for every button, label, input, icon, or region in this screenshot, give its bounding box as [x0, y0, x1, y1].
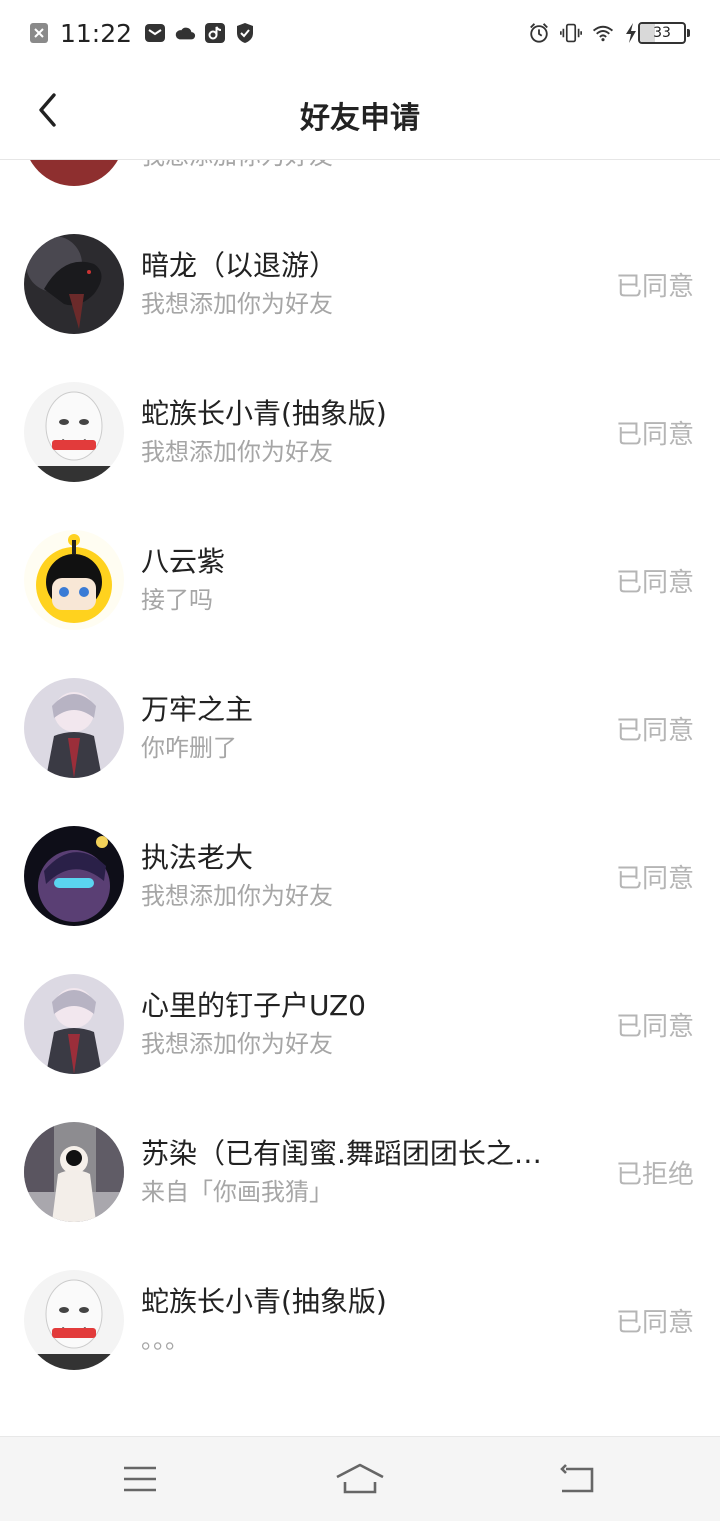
request-status: 已同意 [615, 864, 694, 894]
battery-icon: 33 [624, 22, 690, 44]
home-button[interactable] [330, 1457, 390, 1501]
charging-icon [626, 23, 636, 43]
request-message: 我想添加你为好友 [141, 290, 333, 318]
notification-dismissed-icon [28, 22, 50, 44]
mail-icon [144, 22, 166, 44]
cloud-icon [174, 22, 196, 44]
shield-icon [234, 22, 256, 44]
back-icon [560, 1464, 594, 1493]
friend-request-row[interactable]: 蛇族长小青(抽象版) 我想添加你为好友 已同意 [0, 358, 720, 506]
request-status: 已同意 [615, 420, 694, 450]
menu-button[interactable] [110, 1457, 170, 1501]
requester-name: 苏染（已有闺蜜.舞蹈团团长之… [141, 1137, 542, 1170]
requester-name: 执法老大 [141, 841, 254, 874]
request-message: 来自「你画我猜」 [141, 1178, 333, 1206]
page-title: 好友申请 [300, 101, 420, 136]
friend-request-row[interactable]: 万牢之主你咋删了 已同意 [0, 654, 720, 802]
friend-request-row[interactable]: 八云紫接了吗 已同意 [0, 506, 720, 654]
friend-request-row[interactable]: 蛇族长小青(抽象版) 。。。 已同意 [0, 1246, 720, 1394]
avatar[interactable] [24, 1270, 124, 1370]
requester-name: 暗龙（以退游） [141, 249, 338, 282]
header: 好友申请 [0, 66, 720, 160]
request-message: 接了吗 [141, 586, 213, 614]
request-message: 我想添加你为好友 [141, 438, 333, 466]
request-message: 我想添加你为好友 [141, 882, 333, 910]
friend-request-row[interactable]: 执法老大我想添加你为好友 已同意 [0, 802, 720, 950]
menu-icon [124, 1466, 156, 1492]
avatar[interactable] [24, 678, 124, 778]
avatar[interactable] [24, 160, 124, 186]
requester-name: 八云紫 [141, 545, 226, 578]
friend-request-row[interactable]: 暗龙（以退游） 我想添加你为好友 已同意 [0, 210, 720, 358]
avatar[interactable] [24, 826, 124, 926]
requester-name: 心里的钉子户UZ0 [141, 989, 366, 1022]
friend-request-list[interactable]: 我想添加你为好友已同意暗龙（以退游）我想添加你为好友已同意蛇族长小青(抽象版)我… [0, 160, 720, 1436]
request-status: 已拒绝 [615, 1160, 694, 1190]
avatar[interactable] [24, 382, 124, 482]
status-bar: 11:22 33 [0, 0, 720, 66]
battery-level: 33 [653, 25, 671, 41]
request-status: 已同意 [615, 1308, 694, 1338]
requester-name: 万牢之主 [141, 693, 254, 726]
request-message: 我想添加你为好友 [141, 1030, 333, 1058]
navigation-bar [0, 1436, 720, 1521]
wifi-icon [592, 22, 614, 44]
clock: 11:22 [60, 18, 133, 48]
avatar[interactable] [24, 974, 124, 1074]
avatar[interactable] [24, 1122, 124, 1222]
friend-request-row[interactable]: 苏染（已有闺蜜.舞蹈团团长之… 来自「你画我猜」 已拒绝 [0, 1098, 720, 1246]
friend-request-row[interactable]: 我想添加你为好友已同意 [0, 160, 720, 210]
request-status: 已同意 [615, 568, 694, 598]
avatar[interactable] [24, 530, 124, 630]
request-message: 你咋删了 [141, 734, 237, 762]
requester-name: 蛇族长小青(抽象版) [141, 397, 387, 430]
requester-name: 蛇族长小青(抽象版) [141, 1285, 387, 1318]
vibrate-icon [560, 22, 582, 44]
return-button[interactable] [548, 1457, 608, 1501]
home-icon [336, 1463, 384, 1494]
request-status: 已同意 [615, 1012, 694, 1042]
status-bar-left: 11:22 [28, 16, 256, 50]
avatar[interactable] [24, 234, 124, 334]
request-status: 已同意 [615, 272, 694, 302]
request-status: 已同意 [615, 716, 694, 746]
request-message: 我想添加你为好友 [141, 160, 581, 171]
friend-request-row[interactable]: 心里的钉子户UZ0 我想添加你为好友 已同意 [0, 950, 720, 1098]
alarm-icon [528, 22, 550, 44]
request-message: 。。。 [141, 1326, 189, 1354]
status-bar-right: 33 [528, 16, 690, 50]
tiktok-icon [204, 22, 226, 44]
